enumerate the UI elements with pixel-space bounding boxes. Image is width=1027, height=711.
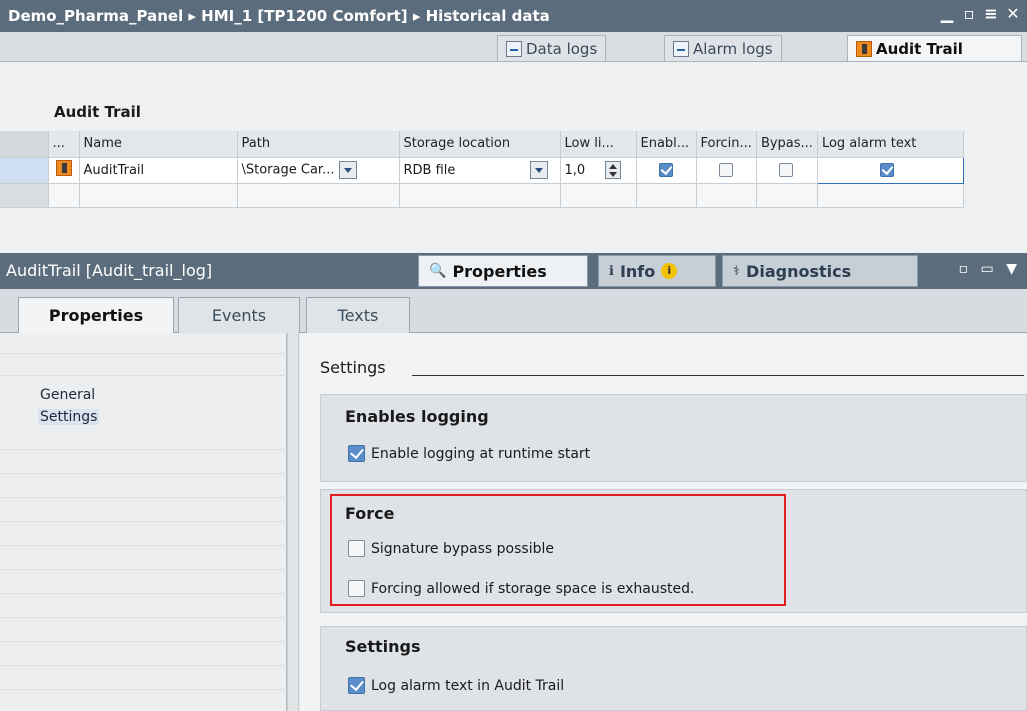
tab-data-logs[interactable]: Data logs: [497, 35, 607, 61]
tab-label: Data logs: [526, 39, 598, 58]
nav-item-settings[interactable]: Settings: [38, 409, 100, 425]
tab-properties-sub[interactable]: Properties: [18, 297, 174, 333]
float-icon[interactable]: ≡: [983, 4, 999, 23]
property-tabstrip: Properties Events Texts: [0, 289, 1027, 333]
tab-info[interactable]: ℹ Info i: [598, 255, 716, 287]
audit-trail-icon: [856, 40, 872, 57]
warning-icon: i: [661, 263, 678, 279]
log-alarm-text-checkbox[interactable]: [879, 163, 894, 177]
window-controls: ▁ ▫ ≡ ✕: [939, 4, 1021, 23]
path-value: \Storage Car...: [241, 162, 335, 178]
column-header[interactable]: ...: [48, 131, 80, 158]
table-row-empty[interactable]: [0, 183, 964, 208]
tab-label: Audit Trail: [876, 39, 963, 58]
option-label: Log alarm text in Audit Trail: [371, 677, 565, 694]
tab-diagnostics[interactable]: ⚕ Diagnostics: [722, 255, 918, 287]
minimize-icon[interactable]: ▁: [939, 4, 955, 23]
column-header[interactable]: Path: [237, 131, 400, 158]
low-limit-cell[interactable]: 1,0: [560, 157, 637, 184]
option-label: Enable logging at runtime start: [371, 445, 591, 462]
audit-trail-table: ... Name Path Storage location Low li...…: [0, 131, 964, 208]
chevron-down-icon[interactable]: [529, 161, 548, 179]
grid-title: Audit Trail: [54, 103, 141, 121]
tab-audit-trail[interactable]: Audit Trail: [847, 35, 1022, 61]
tab-label: Diagnostics: [746, 261, 852, 281]
log-alarm-text-checkbox[interactable]: [348, 677, 365, 694]
editor-titlebar: Demo_Pharma_Panel ▸ HMI_1 [TP1200 Comfor…: [0, 0, 1027, 32]
storage-value: RDB file: [403, 162, 456, 178]
log-alarm-text-option[interactable]: Log alarm text in Audit Trail: [348, 677, 564, 694]
breadcrumb: Demo_Pharma_Panel ▸ HMI_1 [TP1200 Comfor…: [8, 7, 550, 25]
column-header[interactable]: Storage location: [399, 131, 561, 158]
tab-events[interactable]: Events: [178, 297, 300, 333]
restore-icon[interactable]: ▫: [961, 4, 977, 23]
settings-navigation: General Settings: [0, 333, 287, 711]
group-enables-logging: Enables logging Enable logging at runtim…: [320, 394, 1027, 482]
chevron-down-icon[interactable]: [338, 161, 357, 179]
inspector-titlebar: AuditTrail [Audit_trail_log] 🔍 Propertie…: [0, 253, 1027, 289]
tab-alarm-logs[interactable]: Alarm logs: [664, 35, 782, 61]
audit-trail-icon: [55, 160, 72, 176]
column-header[interactable]: Low li...: [560, 131, 637, 158]
alarm-log-icon: [673, 40, 689, 57]
name-cell[interactable]: AuditTrail: [79, 157, 238, 184]
column-header[interactable]: Name: [79, 131, 238, 158]
enable-logging-checkbox[interactable]: [348, 445, 365, 462]
panel-controls[interactable]: ▫ ▭ ▼: [959, 261, 1021, 277]
enabled-checkbox[interactable]: [658, 163, 673, 177]
section-title: Settings: [320, 358, 386, 377]
editor-tabstrip: Data logs Alarm logs Audit Trail: [0, 32, 1027, 62]
close-icon[interactable]: ✕: [1005, 4, 1021, 23]
tab-properties[interactable]: 🔍 Properties: [418, 255, 588, 287]
storage-cell[interactable]: RDB file: [399, 157, 561, 184]
tab-label: Alarm logs: [693, 39, 773, 58]
info-icon: ℹ: [609, 263, 614, 279]
group-settings: Settings Log alarm text in Audit Trail: [320, 626, 1027, 711]
column-header[interactable]: Enabl...: [636, 131, 697, 158]
tab-texts[interactable]: Texts: [306, 297, 410, 333]
nav-item-general[interactable]: General: [40, 387, 95, 403]
bypass-checkbox[interactable]: [778, 163, 793, 177]
spinner-icon[interactable]: [604, 161, 621, 179]
diagnostics-icon: ⚕: [733, 263, 741, 279]
section-divider: [412, 375, 1024, 376]
path-cell[interactable]: \Storage Car...: [237, 157, 400, 184]
group-title: Enables logging: [345, 407, 489, 426]
splitter[interactable]: [287, 333, 299, 711]
column-header[interactable]: Log alarm text: [817, 131, 964, 158]
inspector-title: AuditTrail [Audit_trail_log]: [6, 261, 213, 280]
forcing-checkbox[interactable]: [718, 163, 733, 177]
column-header[interactable]: Forcin...: [696, 131, 757, 158]
low-limit-value: 1,0: [564, 162, 586, 178]
enable-logging-option[interactable]: Enable logging at runtime start: [348, 445, 590, 462]
group-title: Settings: [345, 637, 421, 656]
column-header[interactable]: Bypas...: [756, 131, 818, 158]
table-header: ... Name Path Storage location Low li...…: [0, 131, 964, 158]
table-row[interactable]: AuditTrail \Storage Car... RDB file 1,0: [0, 156, 964, 184]
tab-label: Properties: [452, 261, 547, 281]
data-log-icon: [506, 40, 522, 57]
tab-label: Info: [619, 261, 656, 281]
properties-icon: 🔍: [429, 263, 447, 279]
highlight-box: [330, 494, 786, 606]
